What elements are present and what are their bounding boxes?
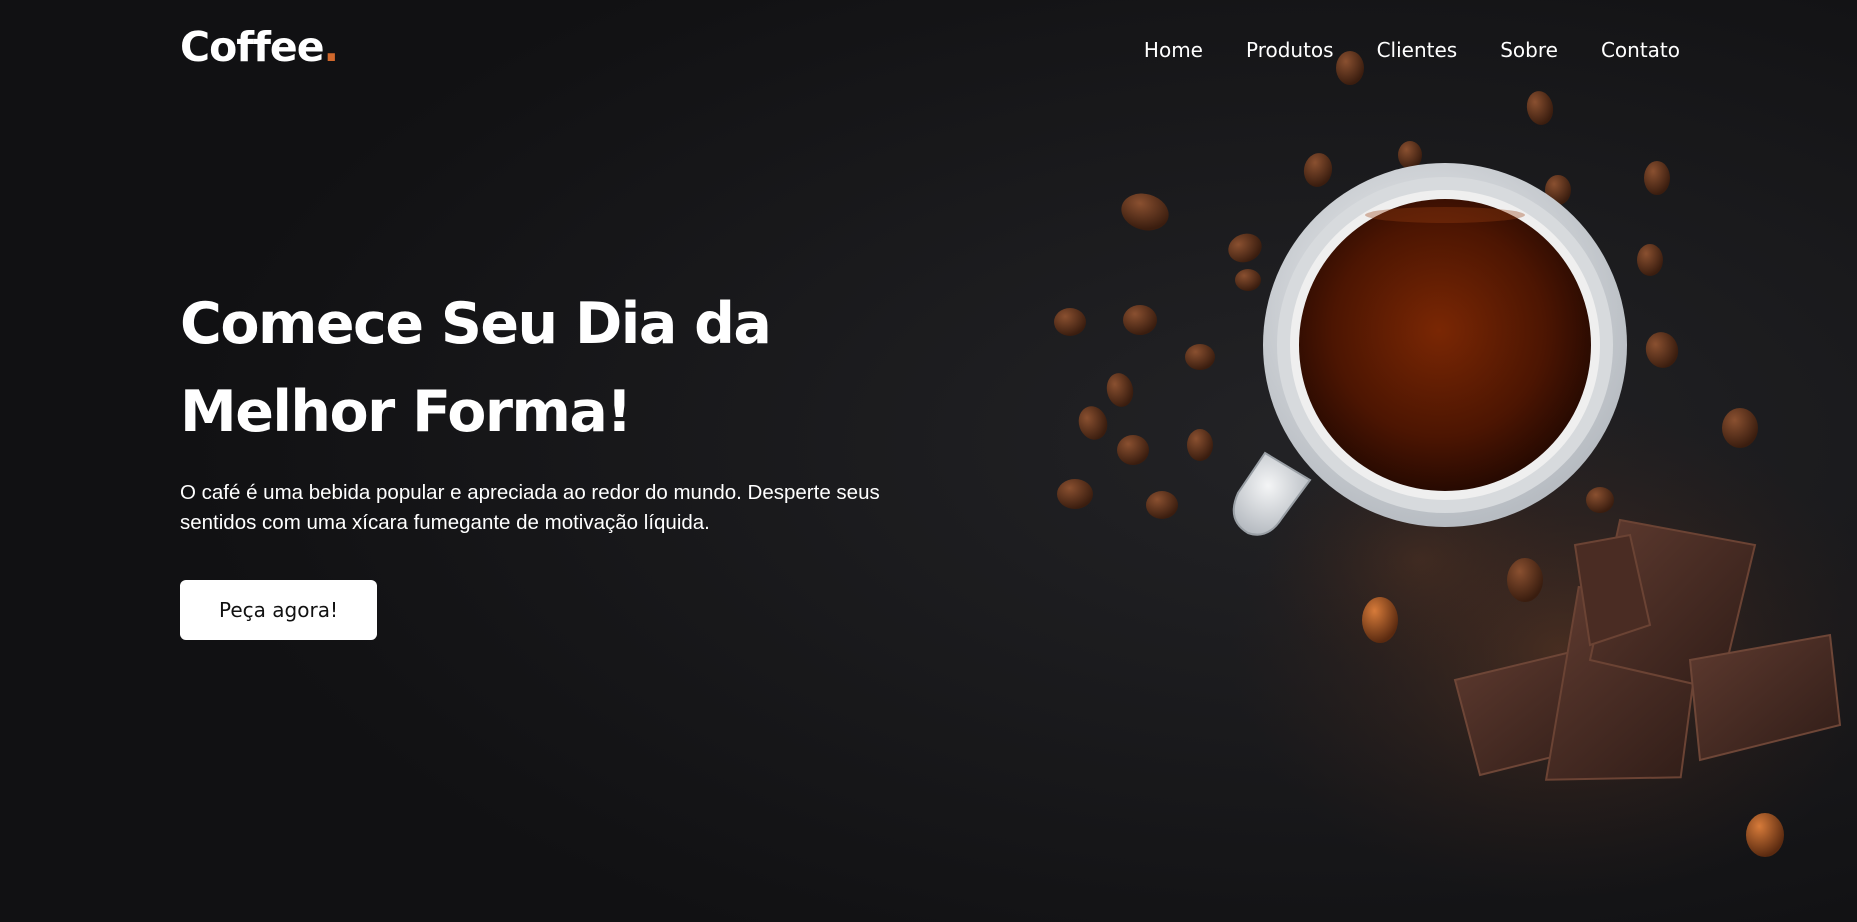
site-header: Coffee. Home Produtos Clientes Sobre Con… [180, 0, 1680, 100]
nav-item-contato[interactable]: Contato [1601, 36, 1680, 64]
hero-description: O café é uma bebida popular e apreciada … [180, 481, 880, 534]
order-now-button[interactable]: Peça agora! [180, 580, 377, 640]
hero-content: Comece Seu Dia da Melhor Forma! O café é… [180, 280, 940, 640]
main-nav: Home Produtos Clientes Sobre Contato [1144, 36, 1680, 64]
nav-item-clientes[interactable]: Clientes [1377, 36, 1458, 64]
logo-text: Coffee [180, 23, 325, 71]
hero-title-line-2: Melhor Forma! [180, 379, 632, 445]
nav-item-produtos[interactable]: Produtos [1246, 36, 1334, 64]
nav-item-sobre[interactable]: Sobre [1500, 36, 1558, 64]
logo-dot: . [323, 23, 340, 71]
site-logo[interactable]: Coffee. [180, 22, 340, 72]
hero-title: Comece Seu Dia da Melhor Forma! [180, 280, 940, 456]
nav-item-home[interactable]: Home [1144, 36, 1203, 64]
hero-title-line-1: Comece Seu Dia da [180, 291, 772, 357]
